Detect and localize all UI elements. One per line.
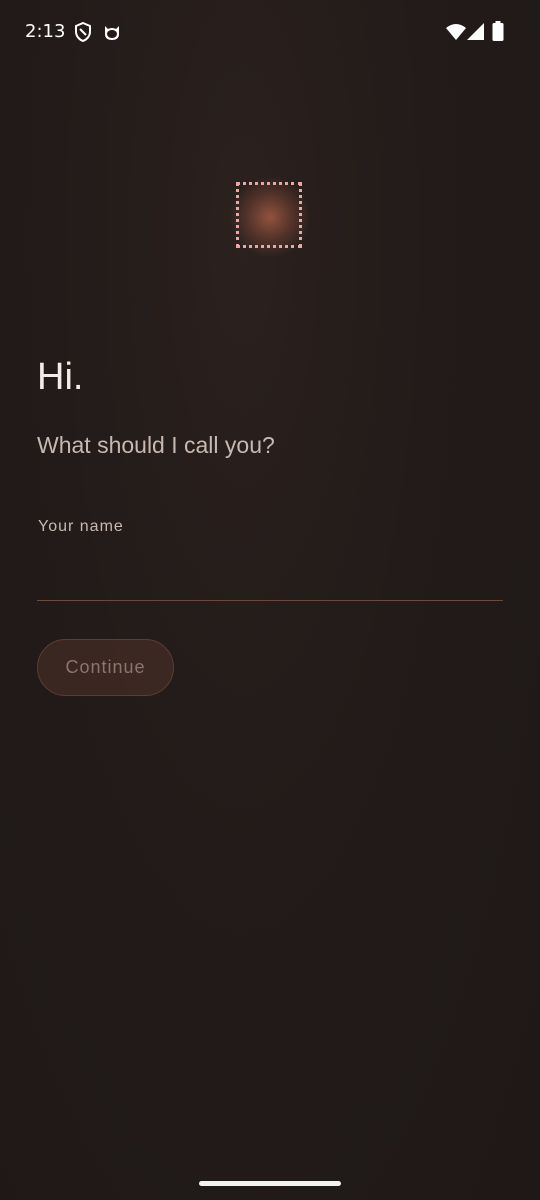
app-logo: [218, 165, 322, 269]
home-indicator[interactable]: [199, 1181, 341, 1186]
name-prompt: What should I call you?: [37, 432, 275, 458]
status-time: 2:13: [25, 21, 66, 42]
status-bar: 2:13: [0, 0, 540, 64]
cat-face-icon: [105, 26, 119, 40]
greeting-title: Hi.: [37, 356, 84, 398]
name-input[interactable]: [37, 545, 503, 601]
continue-button[interactable]: Continue: [37, 639, 174, 696]
name-field-label: Your name: [38, 518, 124, 535]
cell-signal-icon: [467, 23, 484, 40]
wifi-icon: [446, 24, 466, 40]
shield-icon: [75, 22, 91, 42]
logo-dotted-square-icon: [236, 182, 302, 248]
battery-icon: [492, 21, 504, 41]
